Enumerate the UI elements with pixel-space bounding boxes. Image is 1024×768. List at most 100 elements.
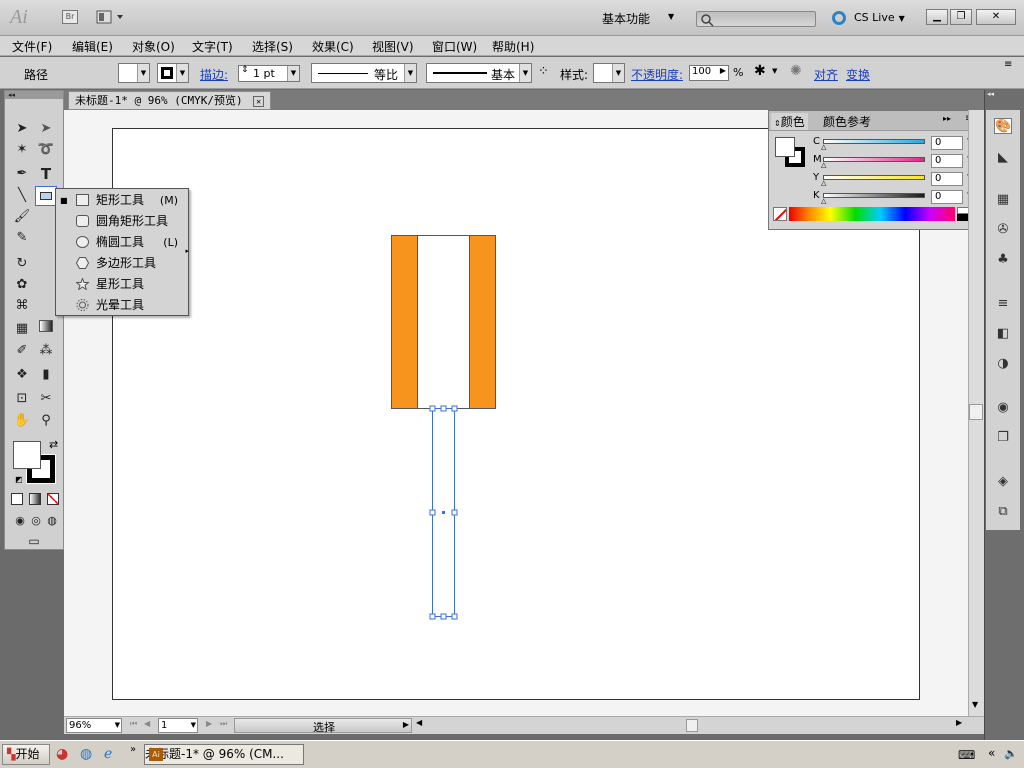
first-artboard-icon[interactable]: ⏮ xyxy=(130,719,137,729)
keyboard-icon[interactable]: ⌨ xyxy=(958,748,975,762)
document-tab[interactable]: 未标题-1* @ 96% (CMYK/预览) ✕ xyxy=(68,91,272,110)
global-edit-icon[interactable]: ✺ xyxy=(790,63,802,79)
transparency-icon[interactable]: ◑ xyxy=(994,356,1012,372)
left-orange-bar[interactable] xyxy=(391,235,418,409)
slider-handle-icon[interactable]: △ xyxy=(821,143,826,151)
symbol-sprayer-tool-icon[interactable]: ❖ xyxy=(11,365,33,385)
magic-wand-tool-icon[interactable]: ✶ xyxy=(11,140,33,160)
color-guide-icon[interactable]: ◣ xyxy=(994,150,1012,166)
artwork[interactable] xyxy=(388,232,500,624)
chrome-icon[interactable]: ◕ xyxy=(56,746,68,762)
shape-builder-tool-icon[interactable]: ⌘ xyxy=(11,296,33,316)
chevron-down-icon[interactable]: ▼ xyxy=(772,67,777,75)
menu-view[interactable]: 视图(V) xyxy=(372,38,414,55)
stroke-icon[interactable]: ≡ xyxy=(994,296,1012,312)
type-tool-icon[interactable]: T xyxy=(35,164,57,184)
selection-tool-icon[interactable]: ➤ xyxy=(11,119,33,139)
slice-tool-icon[interactable]: ✂ xyxy=(35,389,57,409)
none-mode-icon[interactable] xyxy=(47,493,59,505)
recolor-artwork-icon[interactable]: ✱ xyxy=(754,63,766,79)
tab-color-guide[interactable]: 颜色参考 xyxy=(823,113,871,130)
control-menu-icon[interactable]: ≡ xyxy=(1004,59,1012,70)
menu-window[interactable]: 窗口(W) xyxy=(432,38,477,55)
start-button[interactable]: ▚开始 xyxy=(2,744,50,765)
tray-expand-icon[interactable]: « xyxy=(988,746,995,760)
layers-icon[interactable]: ◈ xyxy=(994,474,1012,490)
column-graph-tool-icon[interactable]: ▮ xyxy=(35,365,57,385)
stroke-label[interactable]: 描边: xyxy=(200,66,228,83)
draw-inside-icon[interactable]: ◍ xyxy=(41,511,63,531)
paintbrush-tool-icon[interactable]: 🖌 xyxy=(11,207,33,227)
flyout-item-rectangle[interactable]: ■ 矩形工具 (M) xyxy=(56,190,188,211)
warp-tool-icon[interactable]: ✿ xyxy=(11,275,33,295)
menu-type[interactable]: 文字(T) xyxy=(192,38,233,55)
align-link[interactable]: 对齐 xyxy=(814,66,838,83)
artboard-navigation-input[interactable]: 1 ▼ xyxy=(158,718,198,733)
arrange-documents-button[interactable] xyxy=(96,10,126,25)
none-color-swatch[interactable] xyxy=(773,207,787,221)
previous-artboard-icon[interactable]: ◀ xyxy=(144,719,150,728)
flyout-item-polygon[interactable]: 多边形工具 xyxy=(56,253,188,274)
expand-dock-icon[interactable]: ◂◂ xyxy=(987,90,994,98)
slider-handle-icon[interactable]: △ xyxy=(821,161,826,169)
channel-slider[interactable] xyxy=(823,175,925,180)
bridge-button[interactable]: Br xyxy=(62,10,78,24)
channel-value-input[interactable]: 0 xyxy=(931,136,963,150)
color-fill-swatch[interactable] xyxy=(775,137,795,157)
color-mode-icon[interactable] xyxy=(11,493,23,505)
channel-slider[interactable] xyxy=(823,139,925,144)
slider-handle-icon[interactable]: △ xyxy=(821,197,826,205)
rectangle-tool-icon[interactable] xyxy=(35,186,57,206)
fill-color-dropdown[interactable]: ▼ xyxy=(118,63,150,83)
scroll-down-icon[interactable]: ▼ xyxy=(972,700,978,709)
channel-value-input[interactable]: 0 xyxy=(931,172,963,186)
quicklaunch-more-icon[interactable]: » xyxy=(130,744,136,755)
blend-tool-icon[interactable]: ⁂ xyxy=(35,341,57,361)
zoom-tool-icon[interactable]: ⚲ xyxy=(35,411,57,431)
default-colors-icon[interactable]: ◩ xyxy=(15,475,23,484)
channel-slider[interactable] xyxy=(823,193,925,198)
close-button[interactable]: ✕ xyxy=(976,9,1016,25)
menu-file[interactable]: 文件(F) xyxy=(12,38,52,55)
variable-width-profile-dropdown[interactable]: 等比 ▼ xyxy=(311,63,417,83)
gradient-tool-icon[interactable] xyxy=(35,319,57,339)
flyout-item-star[interactable]: 星形工具 xyxy=(56,274,188,295)
artboards-icon[interactable]: ⧉ xyxy=(994,504,1012,520)
line-tool-icon[interactable]: ╲ xyxy=(11,186,33,206)
graphic-styles-icon[interactable]: ❐ xyxy=(994,430,1012,446)
menu-select[interactable]: 选择(S) xyxy=(252,38,293,55)
fill-swatch[interactable] xyxy=(13,441,41,469)
menu-help[interactable]: 帮助(H) xyxy=(492,38,534,55)
eyedropper-tool-icon[interactable]: ✐ xyxy=(11,341,33,361)
lasso-tool-icon[interactable]: ➰ xyxy=(35,140,57,160)
slider-handle-icon[interactable]: △ xyxy=(821,179,826,187)
brush-options-icon[interactable]: ⁘ xyxy=(538,64,549,79)
channel-value-input[interactable]: 0 xyxy=(931,190,963,204)
flyout-item-flare[interactable]: 光晕工具 xyxy=(56,295,188,316)
pen-tool-icon[interactable]: ✒ xyxy=(11,164,33,184)
mesh-tool-icon[interactable]: ▦ xyxy=(11,319,33,339)
opacity-label[interactable]: 不透明度: xyxy=(631,66,683,83)
panel-expand-icon[interactable]: ▸▸ xyxy=(943,114,951,123)
last-artboard-icon[interactable]: ⏭ xyxy=(220,719,227,729)
color-spectrum[interactable] xyxy=(789,207,955,221)
brush-definition-dropdown[interactable]: 基本 ▼ xyxy=(426,63,532,83)
stroke-weight-input[interactable]: ⇕ 1 pt ▼ xyxy=(238,65,300,82)
flyout-item-rounded-rectangle[interactable]: 圆角矩形工具 xyxy=(56,211,188,232)
opacity-input[interactable]: 100 ▶ xyxy=(689,65,729,81)
swatches-icon[interactable]: ▦ xyxy=(994,192,1012,208)
tab-color[interactable]: ⇕颜色 xyxy=(771,113,808,130)
volume-icon[interactable]: 🔈 xyxy=(1004,747,1018,760)
graphic-style-dropdown[interactable]: ▼ xyxy=(593,63,625,83)
color-panel-icon[interactable]: 🎨 xyxy=(994,118,1012,134)
zoom-input[interactable]: 96% ▼ xyxy=(66,718,122,733)
rotate-tool-icon[interactable]: ↻ xyxy=(11,254,33,274)
brushes-icon[interactable]: ✇ xyxy=(994,222,1012,238)
minimize-button[interactable]: ▁ xyxy=(926,9,948,25)
scroll-right-icon[interactable]: ▶ xyxy=(956,718,962,727)
artboard-tool-icon[interactable]: ⊡ xyxy=(11,389,33,409)
help-search-input[interactable] xyxy=(696,11,816,27)
channel-slider[interactable] xyxy=(823,157,925,162)
horizontal-scroll-thumb[interactable] xyxy=(686,719,698,732)
channel-value-input[interactable]: 0 xyxy=(931,154,963,168)
